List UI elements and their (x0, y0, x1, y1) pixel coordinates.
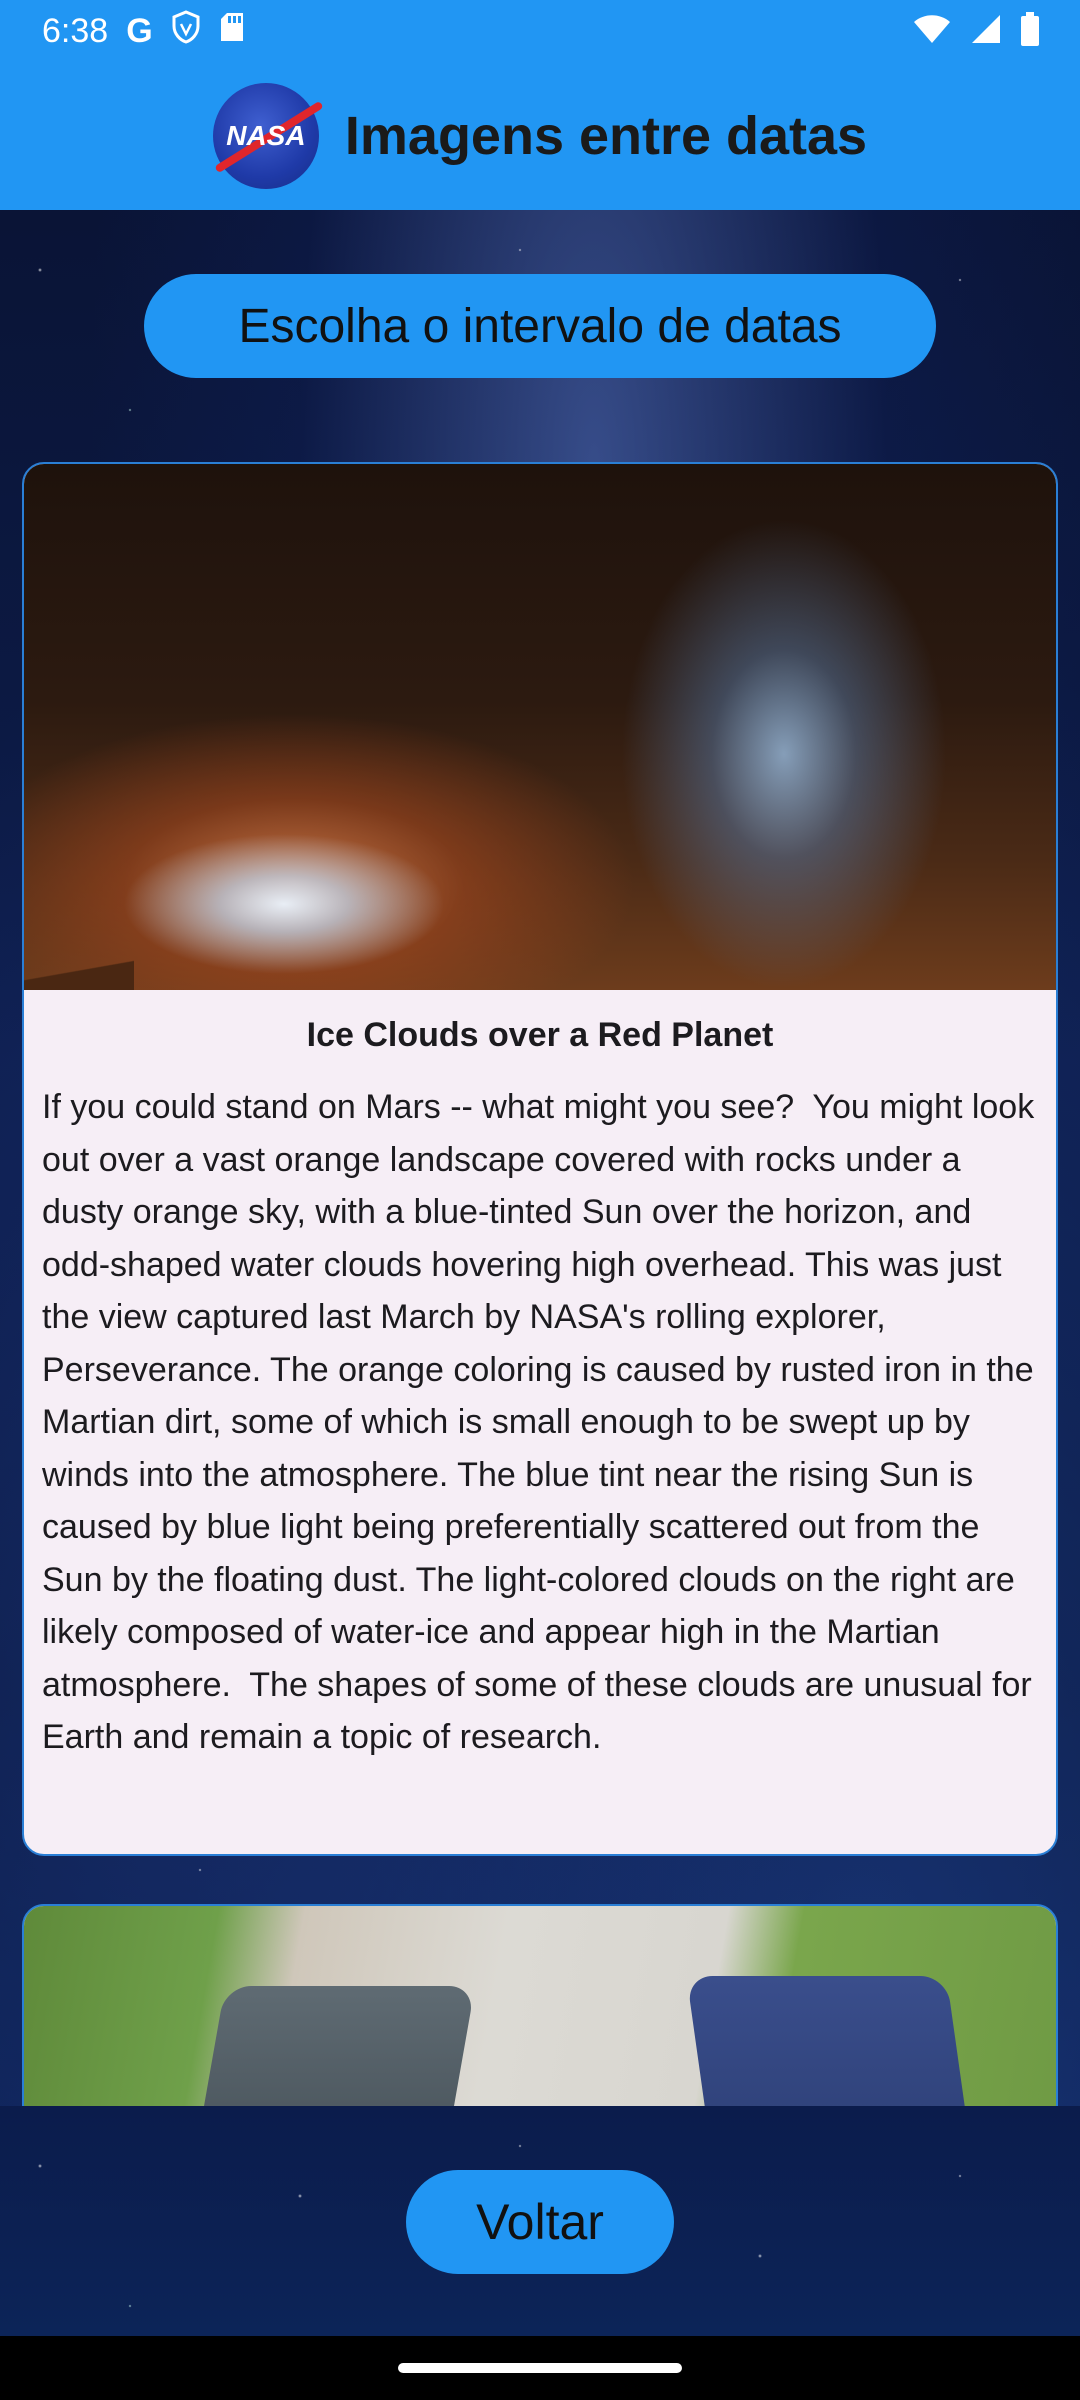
shield-icon (171, 9, 201, 53)
nasa-logo-icon: NASA (212, 83, 319, 189)
sd-card-icon (219, 11, 245, 52)
battery-icon (1020, 11, 1040, 51)
list-item[interactable]: Ice Clouds over a Red Planet If you coul… (22, 462, 1058, 1856)
card-image (24, 1906, 1056, 2106)
page-title: Imagens entre datas (344, 106, 868, 166)
card-image (24, 464, 1056, 990)
google-icon: G (126, 11, 153, 50)
home-handle[interactable] (398, 2363, 682, 2373)
content-area: Escolha o intervalo de datas Ice Clouds … (0, 210, 1080, 2336)
status-left: 6:38 G (42, 9, 245, 53)
card-description: If you could stand on Mars -- what might… (42, 1088, 1044, 1756)
car-shape (686, 1976, 982, 2106)
wifi-icon (912, 13, 952, 50)
status-right (912, 11, 1040, 51)
card-title: Ice Clouds over a Red Planet (306, 1016, 774, 1054)
signal-icon (970, 13, 1002, 50)
list-item[interactable] (22, 1904, 1058, 2106)
image-list[interactable]: Ice Clouds over a Red Planet If you coul… (0, 210, 1080, 2106)
back-button[interactable]: Voltar (406, 2170, 674, 2274)
status-time: 6:38 (42, 11, 109, 50)
nasa-logo-text: NASA (226, 120, 306, 151)
status-bar: 6:38 G (0, 0, 1080, 62)
navigation-bar (0, 2336, 1080, 2400)
app-bar: NASA Imagens entre datas (0, 62, 1080, 210)
car-shape (182, 1986, 476, 2106)
